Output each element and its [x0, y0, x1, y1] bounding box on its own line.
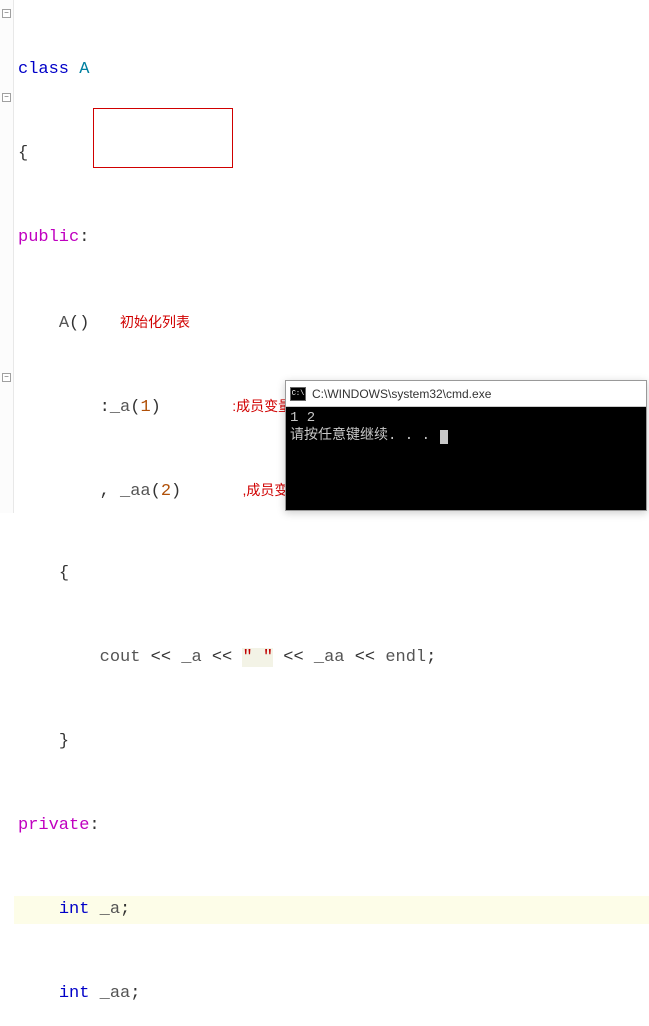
- class-name: A: [79, 60, 89, 79]
- colon: :: [89, 816, 99, 835]
- op: <<: [212, 648, 232, 667]
- literal-2: 2: [161, 482, 171, 501]
- console-titlebar[interactable]: C:\WINDOWS\system32\cmd.exe: [286, 381, 646, 407]
- field-a: _a: [100, 900, 120, 919]
- cout: cout: [100, 648, 141, 667]
- semicolon: ;: [120, 900, 130, 919]
- keyword-class: class: [18, 60, 69, 79]
- parens: (): [69, 314, 89, 333]
- string-literal: " ": [242, 648, 273, 667]
- comma: ,: [100, 482, 110, 501]
- fold-ctor[interactable]: −: [2, 93, 11, 102]
- brace-close: }: [59, 732, 69, 751]
- type-int: int: [59, 984, 90, 1003]
- cmd-icon: [290, 387, 306, 401]
- literal-1: 1: [140, 398, 150, 417]
- gutter: − − −: [0, 0, 14, 513]
- colon: :: [79, 228, 89, 247]
- var-a: _a: [181, 648, 201, 667]
- console-body[interactable]: 1 2 请按任意键继续. . .: [286, 407, 646, 510]
- console-window[interactable]: C:\WINDOWS\system32\cmd.exe 1 2 请按任意键继续.…: [285, 380, 647, 511]
- member-a: _a: [110, 398, 130, 417]
- semicolon: ;: [130, 984, 140, 1003]
- keyword-public: public: [18, 228, 79, 247]
- op: <<: [151, 648, 171, 667]
- ctor-name: A: [59, 314, 69, 333]
- rparen: ): [171, 482, 181, 501]
- console-cursor: [440, 430, 448, 444]
- console-output-1: 1 2: [290, 410, 315, 426]
- brace-open: {: [59, 564, 69, 583]
- code-area[interactable]: class A { public: A() 初始化列表 :_a(1) :成员变量…: [14, 0, 649, 1026]
- console-output-2: 请按任意键继续. . .: [290, 428, 438, 444]
- var-aa: _aa: [314, 648, 345, 667]
- fold-main[interactable]: −: [2, 373, 11, 382]
- semicolon: ;: [426, 648, 436, 667]
- annotation-initlist: 初始化列表: [120, 314, 190, 330]
- lparen: (: [151, 482, 161, 501]
- keyword-private: private: [18, 816, 89, 835]
- brace-open: {: [18, 144, 28, 163]
- member-aa: _aa: [120, 482, 151, 501]
- console-title: C:\WINDOWS\system32\cmd.exe: [312, 387, 491, 401]
- op: <<: [283, 648, 303, 667]
- op: <<: [355, 648, 375, 667]
- lparen: (: [130, 398, 140, 417]
- init-colon: :: [100, 398, 110, 417]
- fold-class[interactable]: −: [2, 9, 11, 18]
- endl: endl: [385, 648, 426, 667]
- type-int: int: [59, 900, 90, 919]
- field-aa: _aa: [100, 984, 131, 1003]
- rparen: ): [151, 398, 161, 417]
